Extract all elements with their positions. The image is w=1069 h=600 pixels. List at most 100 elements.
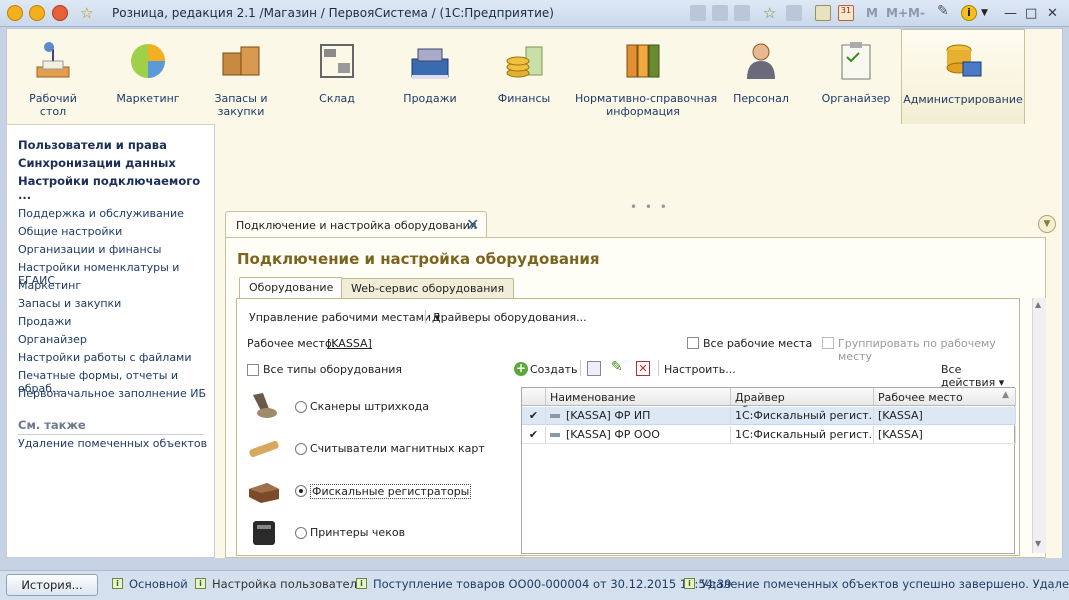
resize-grip-icon[interactable]: ⋰ (1052, 583, 1061, 593)
section-desktop[interactable]: Рабочий стол (10, 29, 96, 125)
section-marketing[interactable]: Маркетинг (104, 29, 192, 125)
all-actions-menu[interactable]: Все действия ▾ (941, 363, 1019, 389)
chevron-down-icon[interactable]: ▼ (1038, 215, 1056, 233)
close-circle-icon[interactable] (52, 5, 68, 21)
section-label: Рабочий стол (29, 92, 77, 118)
divider (580, 360, 581, 376)
section-organizer[interactable]: Органайзер (813, 29, 899, 125)
title-bar: ☆ Розница, редакция 2.1 /Магазин / Перво… (0, 0, 1069, 27)
tab-web-service[interactable]: Web-сервис оборудования (341, 278, 515, 298)
item-icon (550, 414, 560, 418)
tab-content: Управление рабочими местами ▾ Драйверы о… (236, 298, 1020, 556)
status-receipt[interactable]: Поступление товаров ОО00-000004 от 30.12… (373, 577, 732, 591)
delete-icon[interactable]: ✕ (636, 361, 650, 376)
add-favorite-icon[interactable]: ☆ (763, 4, 779, 22)
info-icon[interactable]: i (961, 5, 977, 21)
maximize-button[interactable]: □ (1025, 6, 1037, 21)
edit-pencil-icon[interactable]: ✎ (611, 359, 623, 375)
section-finance[interactable]: Финансы (479, 29, 569, 125)
nav-bold-sync[interactable]: Синхронизации данных (18, 156, 176, 170)
copy-icon[interactable] (587, 361, 601, 376)
radio-receipt-printers[interactable] (295, 527, 307, 539)
tools-icon[interactable]: ✎ (937, 3, 953, 19)
print-icon[interactable] (712, 5, 728, 21)
nav-item-inventory[interactable]: Запасы и закупки (18, 297, 121, 310)
binders-icon (626, 44, 660, 78)
drivers-button[interactable]: Драйверы оборудования... (432, 311, 587, 324)
nav-item-files[interactable]: Настройки работы с файлами (18, 351, 192, 364)
section-sales[interactable]: Продажи (385, 29, 475, 125)
nav-item-delete-marked[interactable]: Удаление помеченных объектов (18, 437, 207, 450)
table-row[interactable]: ✔ [KASSA] ФР ИП 1С:Фискальный регист... … (522, 407, 1016, 425)
workplace-link[interactable]: [KASSA] (327, 337, 372, 350)
nav-item-marketing[interactable]: Маркетинг (18, 279, 81, 292)
status-main[interactable]: Основной (129, 577, 188, 591)
tab-equipment[interactable]: Оборудование (239, 277, 344, 299)
section-inventory[interactable]: Запасы и закупки (197, 29, 285, 125)
table-header-driver[interactable]: Драйвер оборудования (731, 388, 874, 417)
create-button[interactable]: Создать (530, 363, 578, 376)
all-types-checkbox[interactable] (247, 364, 259, 376)
table-header-workplace[interactable]: Рабочее место ▲ (874, 388, 1016, 406)
radio-fiscal-registers[interactable] (295, 485, 307, 497)
workplaces-menu[interactable]: Управление рабочими местами ▾ (249, 311, 440, 324)
all-workplaces-checkbox[interactable] (687, 337, 699, 349)
device-type-receipt-printers[interactable]: Принтеры чеков (310, 526, 405, 539)
section-label: Запасы и закупки (214, 92, 268, 118)
calendar-icon[interactable]: 31 (838, 5, 854, 21)
nav-item-organizations[interactable]: Организации и финансы (18, 243, 161, 256)
save-icon[interactable] (690, 5, 706, 21)
memory-m-button[interactable]: M (866, 6, 878, 20)
nav-item-sales[interactable]: Продажи (18, 315, 71, 328)
nav-item-initial-fill[interactable]: Первоначальное заполнение ИБ (18, 387, 206, 400)
onec-logo-icon[interactable] (7, 5, 23, 21)
device-type-scanners[interactable]: Сканеры штрихкода (310, 400, 429, 413)
nav-bold-users-rights[interactable]: Пользователи и права (18, 138, 167, 152)
all-types-label: Все типы оборудования (263, 363, 403, 376)
group-by-workplace-label: Группировать по рабочему месту (838, 337, 996, 363)
configure-button[interactable]: Настроить... (664, 363, 736, 376)
nav-bold-plugin-settings[interactable]: Настройки подключаемого ... (18, 174, 214, 202)
splitter-dots[interactable]: • • • (630, 200, 669, 214)
section-label: Органайзер (821, 92, 891, 105)
section-reference-info[interactable]: Нормативно-справочная информация (575, 29, 718, 125)
group-by-workplace-checkbox[interactable] (822, 337, 834, 349)
chevron-down-icon[interactable]: ▼ (981, 8, 997, 24)
memory-mminus-button[interactable]: M- (908, 6, 925, 20)
history-button[interactable]: История... (6, 574, 98, 596)
section-label: Нормативно-справочная информация (575, 92, 718, 118)
nav-item-general-settings[interactable]: Общие настройки (18, 225, 122, 238)
main-menu-icon[interactable] (29, 5, 45, 21)
section-administration[interactable]: Администрирование (901, 29, 1025, 125)
memory-mplus-button[interactable]: M+ (886, 6, 908, 20)
equipment-form: Подключение и настройка оборудования Обо… (225, 237, 1046, 558)
table-header-name[interactable]: Наименование (546, 388, 731, 406)
fiscal-register-icon (249, 483, 279, 503)
pie-chart-icon (131, 44, 165, 78)
table-row[interactable]: ✔ [KASSA] ФР ООО 1С:Фискальный регист...… (522, 426, 1016, 444)
section-label: Финансы (497, 92, 551, 105)
status-deletion[interactable]: Удаление помеченных объектов успешно зав… (701, 577, 1069, 591)
close-icon[interactable]: ✕ (466, 215, 479, 234)
section-warehouse[interactable]: Склад (293, 29, 381, 125)
form-tab[interactable]: Подключение и настройка оборудования ✕ (225, 211, 487, 238)
device-type-card-readers[interactable]: Считыватели магнитных карт (310, 442, 485, 455)
info-icon: i (112, 578, 123, 589)
favorites-star-icon[interactable]: ☆ (80, 4, 96, 22)
desk-lamp-icon (36, 42, 70, 78)
nav-item-organizer[interactable]: Органайзер (18, 333, 87, 346)
section-personnel[interactable]: Персонал (715, 29, 807, 125)
calculator-icon[interactable] (815, 5, 831, 21)
home-icon[interactable] (786, 5, 802, 21)
see-also-title: См. также (18, 418, 86, 432)
form-scrollbar[interactable]: ▲ ▼ (1032, 298, 1046, 553)
close-button[interactable]: ✕ (1047, 6, 1058, 21)
preview-icon[interactable] (734, 5, 750, 21)
minimize-button[interactable]: — (1004, 6, 1017, 21)
status-user-settings[interactable]: Настройка пользователя (212, 577, 364, 591)
form-tab-label: Подключение и настройка оборудования (236, 219, 477, 232)
radio-scanners[interactable] (295, 401, 307, 413)
radio-card-readers[interactable] (295, 443, 307, 455)
device-type-fiscal-registers[interactable]: Фискальные регистраторы (310, 484, 472, 499)
nav-item-support[interactable]: Поддержка и обслуживание (18, 207, 184, 220)
